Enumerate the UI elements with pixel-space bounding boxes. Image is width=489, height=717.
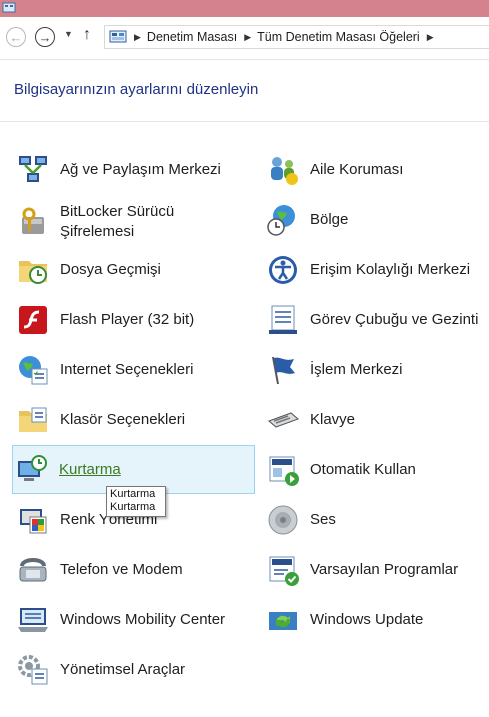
address-bar: ← → ▼ ↑ ▶ Denetim Masası ▶ Tüm Denetim M… [0,17,489,60]
breadcrumb[interactable]: ▶ Denetim Masası ▶ Tüm Denetim Masası Öğ… [104,25,489,49]
item-action-center[interactable]: İşlem Merkezi [264,348,486,392]
item-label: Windows Mobility Center [60,611,226,628]
item-ease-of-access[interactable]: Erişim Kolaylığı Merkezi [264,248,486,292]
item-label: Windows Update [310,611,424,628]
item-family-safety[interactable]: Aile Koruması [264,148,486,192]
back-button[interactable]: ← [6,27,26,47]
page-title: Bilgisayarınızın ayarlarını düzenleyin [14,81,259,98]
folder-options-icon [19,407,47,432]
item-label: Kurtarma [59,460,121,478]
breadcrumb-separator-icon[interactable]: ▶ [134,32,141,43]
file-history-icon [19,261,47,284]
mobility-center-icon [18,608,48,632]
color-management-icon [20,509,47,534]
tooltip-title: Kurtarma [110,488,156,500]
item-label: Yönetimsel Araçlar [60,661,186,678]
item-keyboard[interactable]: Klavye [264,398,486,442]
item-autoplay[interactable]: Otomatik Kullan [264,448,486,492]
item-label: Otomatik Kullan [310,461,416,478]
item-label: Flash Player (32 bit) [60,311,195,328]
item-label: Dosya Geçmişi [60,261,161,278]
item-label: Erişim Kolaylığı Merkezi [310,261,471,278]
item-flash-player[interactable]: Flash Player (32 bit) [14,298,254,342]
item-network-sharing-center[interactable]: Ağ ve Paylaşım Merkezi [14,148,254,192]
item-label: Klavye [310,411,356,428]
back-arrow-icon: ← [9,29,23,45]
chevron-down-icon: ▼ [64,29,73,39]
item-label: Varsayılan Programlar [310,561,459,578]
item-mobility-center[interactable]: Windows Mobility Center [14,598,254,642]
internet-options-icon [19,356,48,385]
item-label: İşlem Merkezi [310,361,403,378]
breadcrumb-separator-icon[interactable]: ▶ [427,32,434,43]
item-label: Ağ ve Paylaşım Merkezi [60,161,221,178]
tooltip: Kurtarma Kurtarma [106,486,166,517]
item-label: Internet Seçenekleri [60,361,194,378]
item-label: Klasör Seçenekleri [60,411,186,428]
flash-player-icon [19,306,47,334]
item-region[interactable]: Bölge [264,198,486,242]
forward-arrow-icon: → [38,29,52,45]
item-taskbar-navigation[interactable]: Görev Çubuğu ve Gezinti [264,298,486,342]
region-icon [267,205,295,236]
item-label: Ses [310,511,336,528]
tooltip-description: Kurtarma [110,501,156,513]
phone-modem-icon [19,558,47,582]
item-default-programs[interactable]: Varsayılan Programlar [264,548,486,592]
item-label: BitLocker Sürücü Şifrelemesi [60,203,175,240]
breadcrumb-item-all-items[interactable]: Tüm Denetim Masası Öğeleri [257,30,420,44]
item-windows-update[interactable]: Windows Update [264,598,486,642]
item-admin-tools[interactable]: Yönetimsel Araçlar [14,648,254,692]
item-label: Bölge [310,211,349,228]
item-label: Aile Koruması [310,161,404,178]
taskbar-icon [269,305,297,334]
sound-icon [268,505,298,535]
item-bitlocker[interactable]: BitLocker Sürücü Şifrelemesi [14,198,254,246]
network-sharing-icon [19,156,47,182]
admin-tools-icon [18,655,48,685]
windows-update-icon [269,612,297,630]
item-label: Görev Çubuğu ve Gezinti [310,311,479,328]
bitlocker-icon [22,207,44,234]
window-title-bar [0,0,489,17]
keyboard-icon [268,412,299,428]
recovery-icon [18,454,47,481]
item-file-history[interactable]: Dosya Geçmişi [14,248,254,292]
control-panel-icon [109,30,127,43]
breadcrumb-separator-icon[interactable]: ▶ [244,32,251,43]
item-folder-options[interactable]: Klasör Seçenekleri [14,398,254,442]
item-sound[interactable]: Ses [264,498,486,542]
item-phone-modem[interactable]: Telefon ve Modem [14,548,254,592]
action-center-icon [272,356,295,385]
default-programs-icon [269,556,299,586]
up-arrow-icon: ↑ [83,26,91,43]
forward-button[interactable]: → [35,27,55,47]
autoplay-icon [269,456,299,486]
ease-of-access-icon [269,256,297,284]
control-panel-app-icon [2,2,16,13]
breadcrumb-item-control-panel[interactable]: Denetim Masası [147,30,237,44]
recent-locations-dropdown[interactable]: ▼ [64,29,73,39]
divider [0,121,489,122]
up-button[interactable]: ↑ [83,26,91,44]
family-safety-icon [271,157,298,185]
item-internet-options[interactable]: Internet Seçenekleri [14,348,254,392]
item-label: Telefon ve Modem [60,561,183,578]
